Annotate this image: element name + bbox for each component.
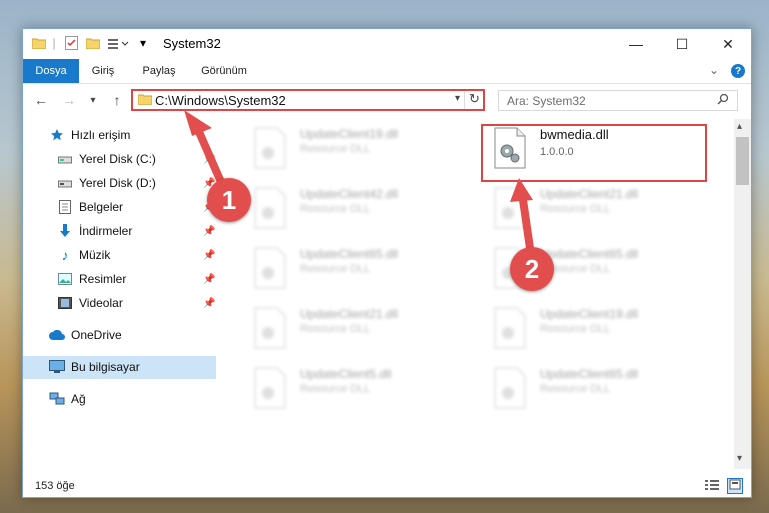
step-badge-2: 2 [510,247,554,291]
step-badge-1: 1 [207,178,251,222]
arrow-1-head [184,110,212,136]
arrow-2-head [510,178,533,202]
annotation-arrows [184,110,536,266]
